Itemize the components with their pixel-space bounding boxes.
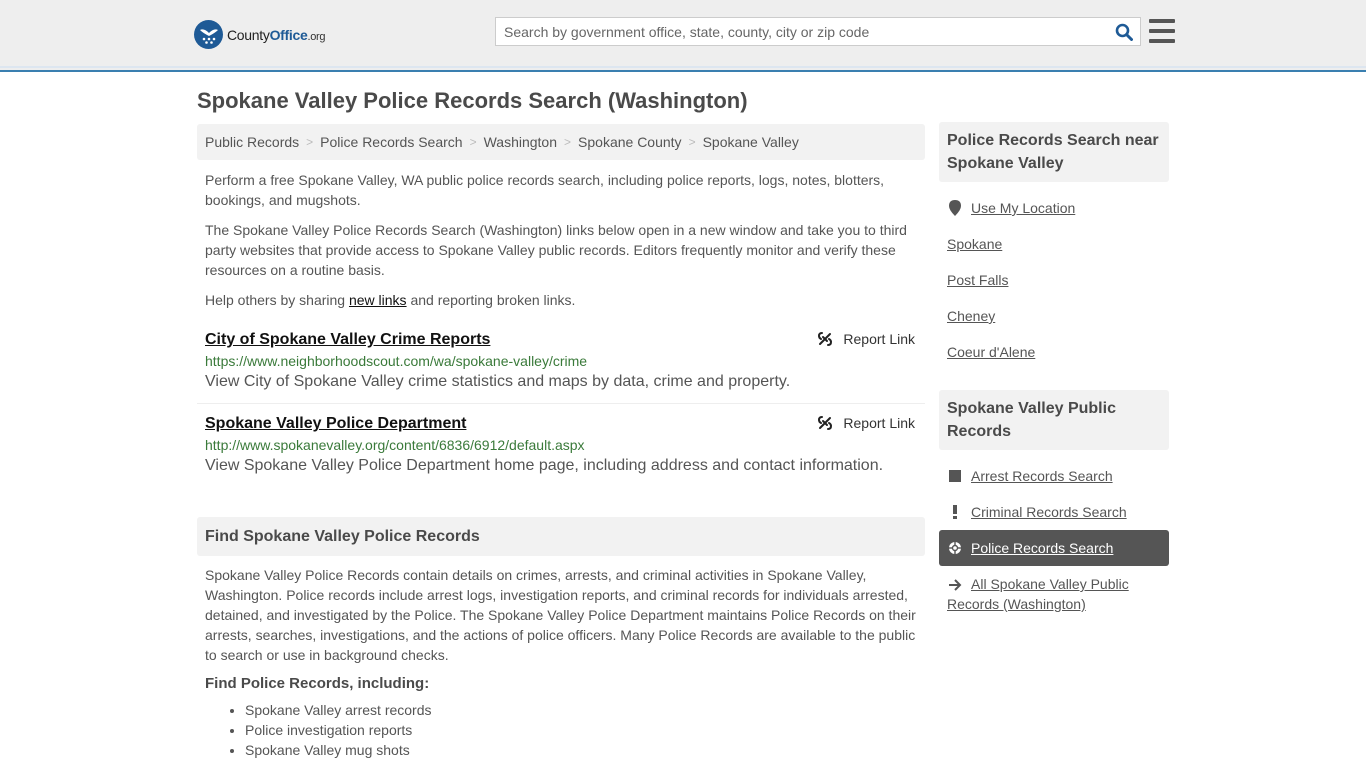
find-section-body: Spokane Valley Police Records contain de… <box>205 567 916 663</box>
breadcrumb-spokane-county[interactable]: Spokane County <box>578 134 682 150</box>
crosshair-icon <box>947 541 963 555</box>
nearby-city-link[interactable]: Coeur d'Alene <box>947 344 1035 360</box>
map-pin-icon <box>947 200 963 216</box>
sidebar-link[interactable]: All Spokane Valley Public Records (Washi… <box>947 576 1129 612</box>
use-location-link[interactable]: Use My Location <box>971 200 1075 216</box>
report-link-label: Report Link <box>843 415 915 431</box>
nearby-city-link[interactable]: Cheney <box>947 308 995 324</box>
use-location-item[interactable]: Use My Location <box>947 190 1161 226</box>
breadcrumb-separator: > <box>564 135 572 149</box>
broken-link-icon <box>818 416 833 430</box>
logo-suffix: .org <box>307 30 326 43</box>
nearby-city-link[interactable]: Spokane <box>947 236 1002 252</box>
search-bar <box>495 17 1141 46</box>
logo-prefix: County <box>227 26 270 43</box>
sidebar-item-arrest-records[interactable]: Arrest Records Search <box>947 458 1161 494</box>
main-content: Public Records > Police Records Search >… <box>197 124 925 760</box>
listing-description: View Spokane Valley Police Department ho… <box>205 457 884 474</box>
listing-item: City of Spokane Valley Crime Reports Rep… <box>197 331 925 404</box>
breadcrumb-separator: > <box>306 135 314 149</box>
list-item: Spokane Valley mug shots <box>245 740 925 760</box>
logo-wordmark: CountyOffice.org <box>227 26 326 43</box>
search-icon <box>1115 23 1133 41</box>
listing-item: Spokane Valley Police Department Report … <box>197 415 925 487</box>
list-item: Spokane Valley arrest records <box>245 700 925 720</box>
sidebar-item-police-records[interactable]: Police Records Search <box>939 530 1169 566</box>
nearby-list: Use My Location Spokane Post Falls Chene… <box>939 190 1169 370</box>
breadcrumb-separator: > <box>688 135 696 149</box>
breadcrumb-spokane-valley[interactable]: Spokane Valley <box>703 134 799 150</box>
sidebar: Police Records Search near Spokane Valle… <box>939 122 1169 614</box>
list-item: Police investigation reports <box>245 720 925 740</box>
breadcrumb-separator: > <box>469 135 477 149</box>
nearby-heading: Police Records Search near Spokane Valle… <box>939 122 1169 182</box>
intro-paragraph-3: Help others by sharing new links and rep… <box>205 290 917 310</box>
nearby-city-item[interactable]: Spokane <box>947 226 1161 262</box>
search-button[interactable] <box>1108 18 1140 45</box>
public-records-heading: Spokane Valley Public Records <box>939 390 1169 450</box>
search-input[interactable] <box>496 18 1108 45</box>
site-logo[interactable]: CountyOffice.org <box>194 20 326 49</box>
square-icon <box>947 470 963 482</box>
sidebar-item-all-records[interactable]: All Spokane Valley Public Records (Washi… <box>947 566 1161 614</box>
find-section-heading: Find Spokane Valley Police Records <box>197 517 925 556</box>
find-list: Spokane Valley arrest records Police inv… <box>197 700 925 760</box>
logo-main: Office <box>269 26 308 43</box>
find-subheading: Find Police Records, including: <box>205 675 430 692</box>
listing-url[interactable]: http://www.spokanevalley.org/content/683… <box>205 437 917 453</box>
breadcrumb-police-records-search[interactable]: Police Records Search <box>320 134 462 150</box>
breadcrumb-public-records[interactable]: Public Records <box>205 134 299 150</box>
intro-text: and reporting broken links. <box>406 292 576 308</box>
nearby-city-link[interactable]: Post Falls <box>947 272 1008 288</box>
report-link-label: Report Link <box>843 331 915 347</box>
logo-eagle-icon <box>194 20 223 49</box>
hamburger-menu-icon[interactable] <box>1149 19 1175 43</box>
nearby-city-item[interactable]: Post Falls <box>947 262 1161 298</box>
nearby-city-item[interactable]: Cheney <box>947 298 1161 334</box>
broken-link-icon <box>818 332 833 346</box>
arrow-right-icon <box>947 579 963 592</box>
intro-text: Help others by sharing <box>205 292 349 308</box>
intro-paragraph-1: Perform a free Spokane Valley, WA public… <box>205 172 885 208</box>
breadcrumb-washington[interactable]: Washington <box>484 134 557 150</box>
listing-description: View City of Spokane Valley crime statis… <box>205 373 791 390</box>
listing-title-link[interactable]: City of Spokane Valley Crime Reports <box>205 331 490 349</box>
intro-paragraph-2: The Spokane Valley Police Records Search… <box>205 222 907 278</box>
sidebar-item-criminal-records[interactable]: Criminal Records Search <box>947 494 1161 530</box>
report-link-button[interactable]: Report Link <box>817 331 915 347</box>
site-header: CountyOffice.org <box>0 0 1366 72</box>
sidebar-link[interactable]: Arrest Records Search <box>971 468 1113 484</box>
nearby-city-item[interactable]: Coeur d'Alene <box>947 334 1161 370</box>
breadcrumb: Public Records > Police Records Search >… <box>197 124 925 160</box>
public-records-list: Arrest Records Search Criminal Records S… <box>939 458 1169 614</box>
sidebar-link[interactable]: Criminal Records Search <box>971 504 1127 520</box>
listing-title-link[interactable]: Spokane Valley Police Department <box>205 415 466 433</box>
report-link-button[interactable]: Report Link <box>817 415 915 431</box>
intro-section: Perform a free Spokane Valley, WA public… <box>197 170 925 310</box>
page-title: Spokane Valley Police Records Search (Wa… <box>197 88 748 113</box>
sidebar-link[interactable]: Police Records Search <box>971 540 1113 556</box>
new-links-link[interactable]: new links <box>349 292 407 308</box>
listing-url[interactable]: https://www.neighborhoodscout.com/wa/spo… <box>205 353 917 369</box>
exclamation-icon <box>947 505 963 519</box>
